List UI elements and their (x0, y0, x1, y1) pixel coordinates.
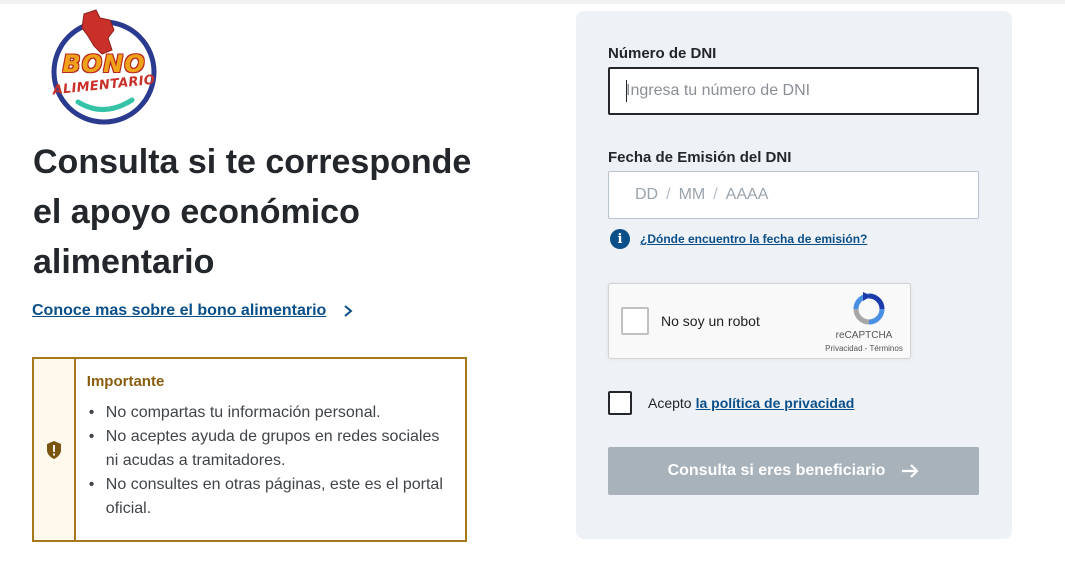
recaptcha-widget: No soy un robot reCAPTCHA Privacidad - T… (608, 283, 911, 359)
recaptcha-terms[interactable]: Privacidad - Términos (809, 344, 919, 353)
page-title: Consulta si te corresponde el apoyo econ… (33, 143, 472, 281)
important-title: Importante (86, 373, 165, 390)
text-cursor (626, 80, 627, 102)
privacy-consent: Acepto la política de privacidad (608, 391, 854, 415)
important-notice-body: Importante No compartas tu información p… (76, 359, 465, 540)
arrow-right-icon (902, 464, 919, 478)
recaptcha-logo-icon (853, 292, 885, 325)
date-separator: / (666, 186, 671, 203)
date-help-link[interactable]: ¿Dónde encuentro la fecha de emisión? (640, 232, 867, 246)
submit-button-label: Consulta si eres beneficiario (667, 462, 886, 479)
list-item: No compartas tu información personal. (87, 401, 455, 425)
privacy-checkbox[interactable] (608, 391, 632, 415)
date-separator: / (713, 186, 718, 203)
important-notice-sidebar (34, 359, 76, 540)
privacy-prefix: Acepto (648, 395, 692, 411)
dni-label: Número de DNI (608, 45, 717, 62)
privacy-policy-link[interactable]: la política de privacidad (696, 395, 855, 411)
learn-more-link[interactable]: Conoce mas sobre el bono alimentario (32, 302, 354, 320)
bono-alimentario-logo: BONO ALIMENTARIO (44, 6, 164, 128)
date-label: Fecha de Emisión del DNI (608, 149, 792, 166)
shield-alert-icon (46, 440, 61, 459)
recaptcha-label: No soy un robot (661, 313, 760, 329)
date-year-placeholder: AAAA (725, 186, 769, 203)
learn-more-link-label: Conoce mas sobre el bono alimentario (32, 302, 327, 319)
date-help: i ¿Dónde encuentro la fecha de emisión? (610, 229, 867, 249)
issue-date-field[interactable]: DD / MM / AAAA (608, 171, 979, 219)
date-day-placeholder: DD (635, 186, 659, 203)
top-divider (0, 0, 1065, 4)
chevron-right-icon (344, 305, 353, 317)
submit-button[interactable]: Consulta si eres beneficiario (608, 447, 979, 495)
dni-input[interactable] (608, 67, 979, 115)
important-list: No compartas tu información personal. No… (87, 401, 455, 521)
list-item: No aceptes ayuda de grupos en redes soci… (87, 425, 455, 473)
info-icon: i (610, 229, 630, 249)
recaptcha-checkbox[interactable] (621, 307, 649, 335)
date-month-placeholder: MM (678, 186, 706, 203)
important-notice: Importante No compartas tu información p… (32, 357, 467, 542)
recaptcha-brand: reCAPTCHA (835, 330, 893, 341)
list-item: No consultes en otras páginas, este es e… (87, 473, 455, 521)
